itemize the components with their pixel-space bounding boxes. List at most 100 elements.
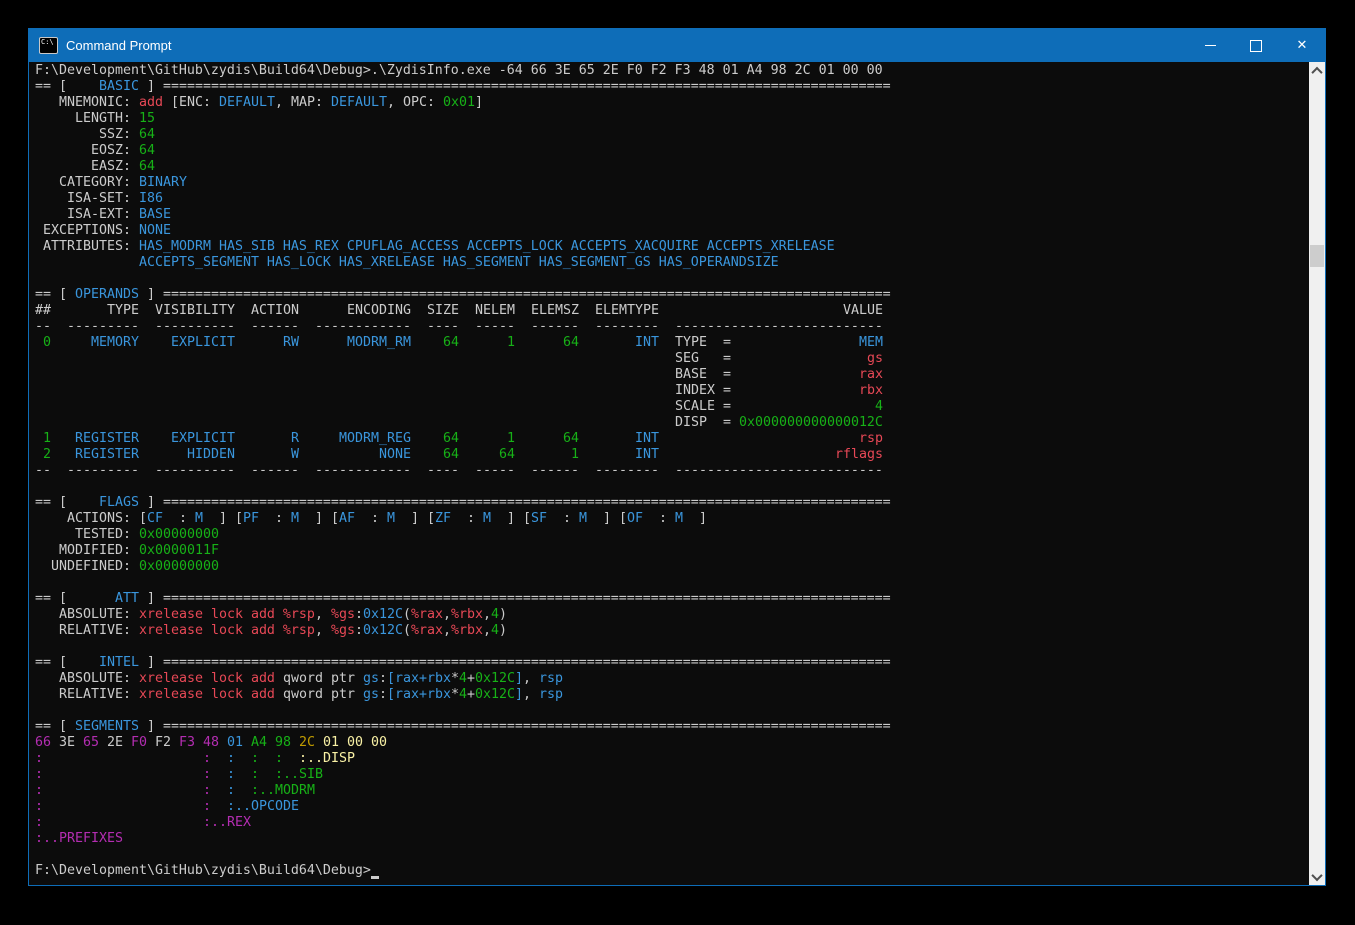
text-segment: 4 <box>875 399 883 415</box>
scroll-up-button[interactable] <box>1309 62 1325 79</box>
text-segment: gs <box>363 671 379 687</box>
terminal-line: EOSZ: 64 <box>35 143 1309 159</box>
terminal-line: SCALE =4 <box>35 399 1309 415</box>
text-segment: F2 <box>155 735 171 751</box>
text-segment: ACTIONS: [ <box>35 511 147 527</box>
terminal-line: :..PREFIXES <box>35 831 1309 847</box>
text-segment: 64 <box>139 143 155 159</box>
scrollbar-thumb[interactable] <box>1310 245 1324 267</box>
text-segment: EXPLICIT <box>171 335 235 351</box>
text-segment: : <box>275 511 283 527</box>
text-segment: ABSOLUTE: <box>35 607 139 623</box>
text-segment: 0x12C <box>475 687 515 703</box>
scrollbar[interactable] <box>1309 62 1325 885</box>
text-segment: ( <box>403 623 411 639</box>
text-segment: 0x12C <box>363 607 403 623</box>
terminal-line: :::..OPCODE <box>35 799 1309 815</box>
text-segment: ] <box>475 95 483 111</box>
text-segment: ------------ <box>315 463 411 479</box>
text-segment: ATTRIBUTES: <box>35 239 139 255</box>
text-segment: -------------------------- <box>675 463 883 479</box>
text-segment: DEFAULT <box>219 95 275 111</box>
text-segment: : <box>355 607 363 623</box>
text-segment: == [ <box>35 287 67 303</box>
text-segment: : <box>203 783 211 799</box>
terminal-line: CATEGORY: BINARY <box>35 175 1309 191</box>
text-segment: ---- <box>427 319 459 335</box>
text-segment: 4 <box>491 623 499 639</box>
text-segment: ] <box>139 655 163 671</box>
text-segment: 64 <box>443 431 459 447</box>
text-segment: ] [ <box>507 511 531 527</box>
text-segment: :..MODRM <box>251 783 315 799</box>
text-segment: MNEMONIC: <box>35 95 139 111</box>
text-segment: M <box>579 511 587 527</box>
text-segment: ----- <box>475 463 515 479</box>
text-segment: ) <box>499 623 507 639</box>
minimize-button[interactable] <box>1187 29 1233 62</box>
text-segment: ## <box>35 303 51 319</box>
text-segment: EXPLICIT <box>171 431 235 447</box>
text-segment: : <box>227 767 235 783</box>
text-segment: -------------------------- <box>675 319 883 335</box>
text-segment: , <box>443 623 451 639</box>
text-segment: SIZE <box>427 303 459 319</box>
text-segment: 64 <box>139 127 155 143</box>
text-segment: ========================================… <box>163 79 891 95</box>
text-segment: rsp <box>859 431 883 447</box>
titlebar[interactable]: C:\ Command Prompt ✕ <box>29 29 1325 62</box>
text-segment: 98 <box>275 735 291 751</box>
text-segment: [rax+rbx <box>387 687 451 703</box>
cmd-icon[interactable]: C:\ <box>39 37 58 54</box>
text-segment: ELEMSZ <box>531 303 579 319</box>
maximize-icon <box>1250 40 1262 52</box>
terminal-line: DISP =0x000000000000012C <box>35 415 1309 431</box>
terminal-line: ##TYPEVISIBILITYACTIONENCODINGSIZENELEME… <box>35 303 1309 319</box>
text-segment: : <box>371 511 379 527</box>
terminal-line: == [ OPERANDS ] ========================… <box>35 287 1309 303</box>
text-segment: , <box>483 623 491 639</box>
text-segment: PF <box>243 511 259 527</box>
text-segment: 66 <box>35 735 51 751</box>
text-segment: INT <box>635 431 659 447</box>
terminal-output[interactable]: F:\Development\GitHub\zydis\Build64\Debu… <box>29 62 1309 885</box>
close-button[interactable]: ✕ <box>1279 29 1325 62</box>
terminal-line: EXCEPTIONS: NONE <box>35 223 1309 239</box>
text-segment: + <box>467 671 475 687</box>
maximize-button[interactable] <box>1233 29 1279 62</box>
text-segment: : <box>379 687 387 703</box>
text-segment: ZF <box>435 511 451 527</box>
text-segment: 4 <box>491 607 499 623</box>
text-segment: EOSZ: <box>35 143 139 159</box>
text-segment: W <box>291 447 299 463</box>
text-segment: : <box>467 511 475 527</box>
text-segment: 2E <box>107 735 123 751</box>
text-segment: M <box>195 511 203 527</box>
text-segment: ] [ <box>315 511 339 527</box>
text-segment: ELEMTYPE <box>595 303 659 319</box>
text-segment: INTEL <box>67 655 139 671</box>
text-segment: VALUE <box>843 303 883 319</box>
terminal-line: 1REGISTEREXPLICITRMODRM_REG64164INTrsp <box>35 431 1309 447</box>
terminal-line: :::::..SIB <box>35 767 1309 783</box>
text-segment: gs <box>867 351 883 367</box>
text-segment: A4 <box>251 735 267 751</box>
scroll-down-button[interactable] <box>1309 868 1325 885</box>
terminal-line: SSZ: 64 <box>35 127 1309 143</box>
text-segment: : <box>35 815 43 831</box>
text-segment: rsp <box>539 671 563 687</box>
terminal-line: 0MEMORYEXPLICITRWMODRM_RM64164INTTYPE =M… <box>35 335 1309 351</box>
text-segment: 2 <box>43 447 51 463</box>
text-segment: 1 <box>507 431 515 447</box>
text-segment: CF <box>147 511 163 527</box>
cmd-icon-glyph: C:\ <box>40 38 54 46</box>
text-segment: ] <box>139 719 163 735</box>
text-segment: MEM <box>859 335 883 351</box>
text-segment: == [ <box>35 495 67 511</box>
text-segment: OF <box>627 511 643 527</box>
text-segment: : <box>179 511 187 527</box>
text-segment: 2C <box>299 735 315 751</box>
text-segment: * <box>451 671 459 687</box>
text-segment: -------- <box>595 319 659 335</box>
text-segment: AF <box>339 511 355 527</box>
